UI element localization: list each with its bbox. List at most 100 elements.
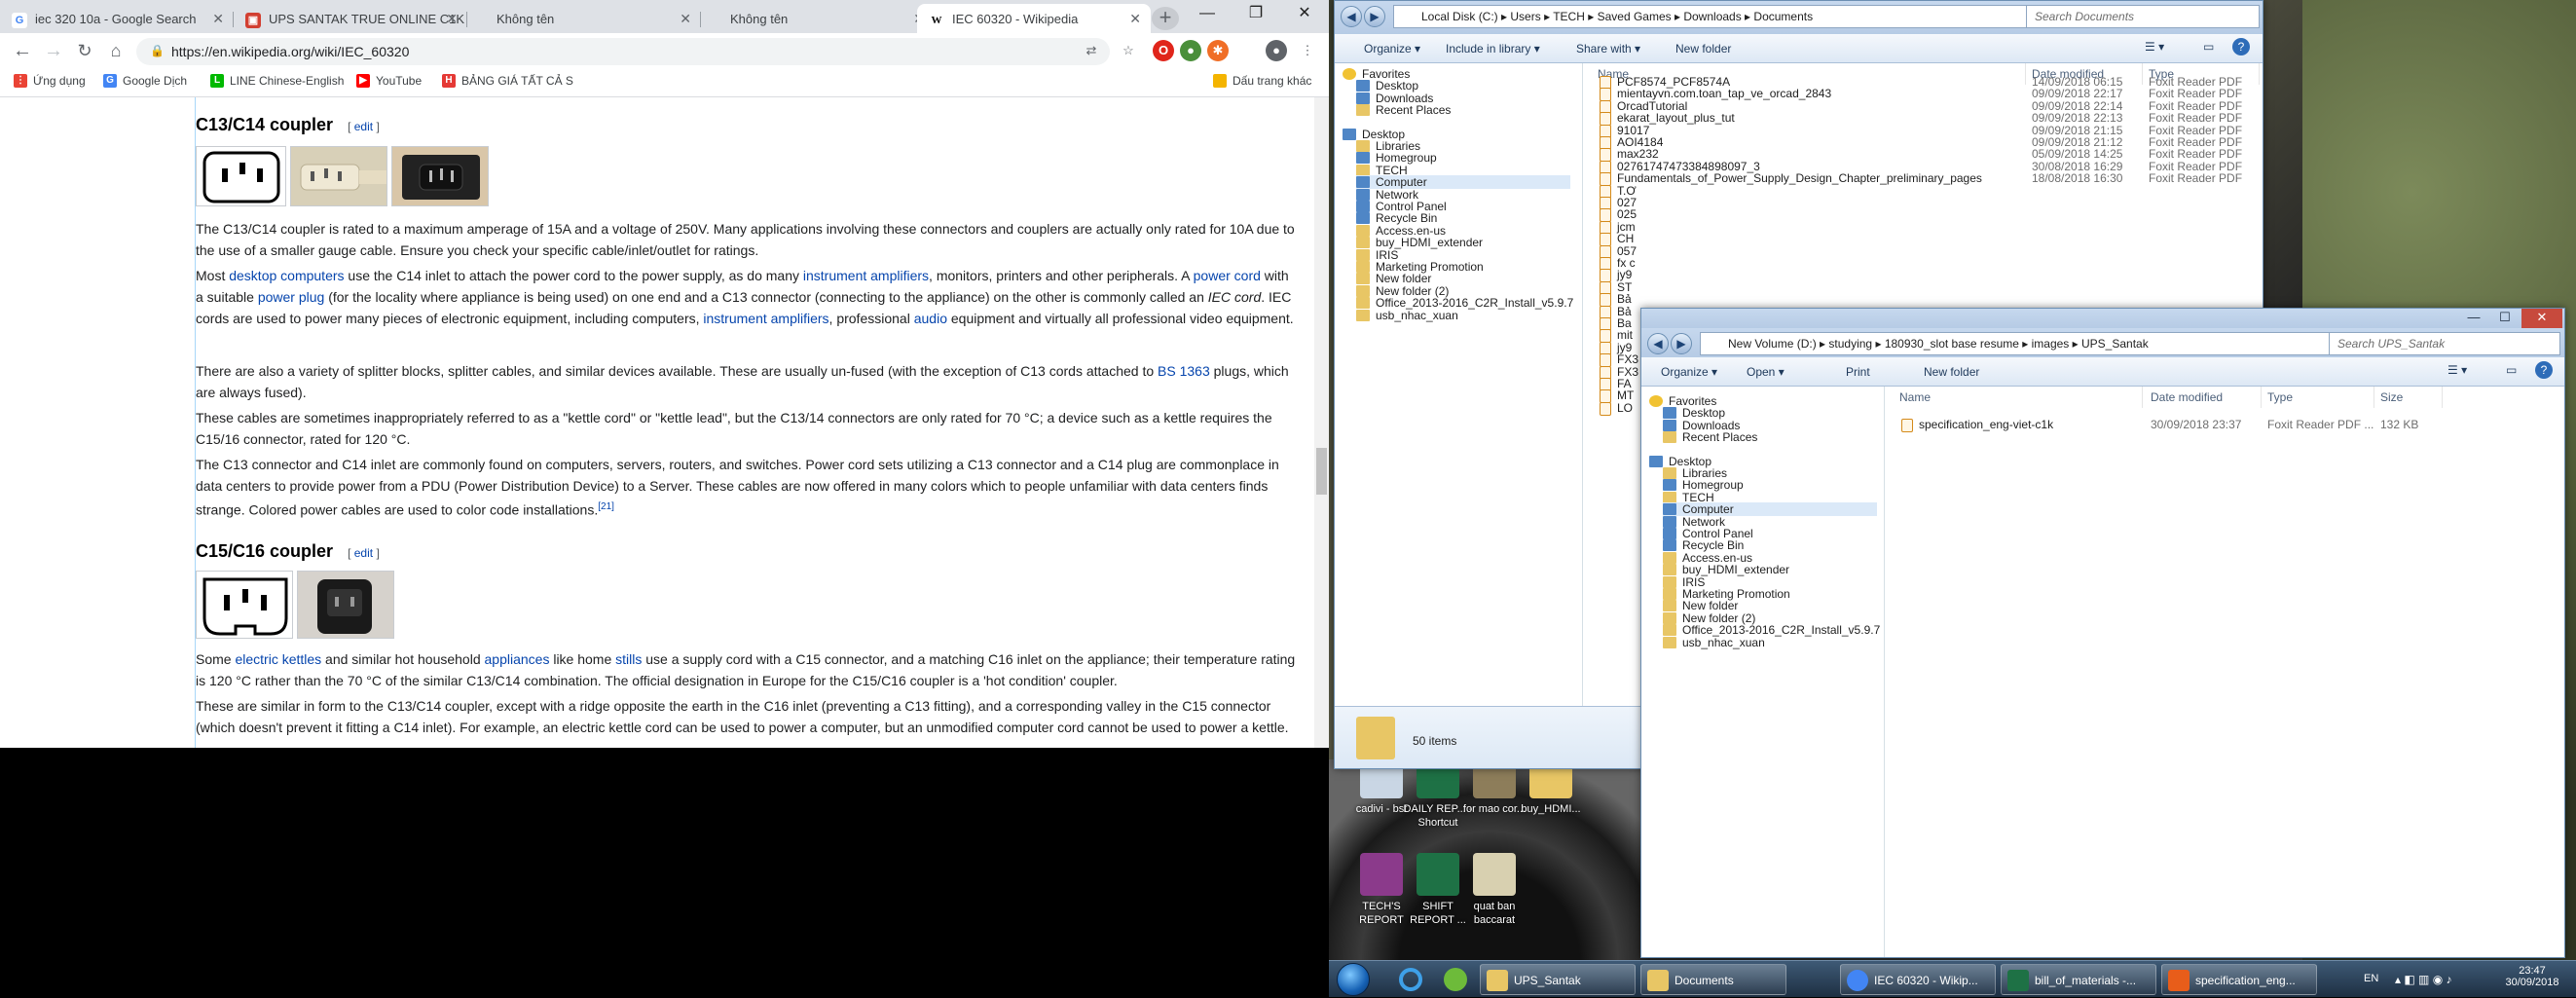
link[interactable]: power plug <box>258 289 325 305</box>
taskbar-item[interactable]: bill_of_materials -... <box>2001 964 2156 995</box>
ie-icon[interactable] <box>1391 964 1430 995</box>
location-icon <box>1356 176 1370 189</box>
reload-icon[interactable]: ↻ <box>72 39 97 64</box>
bookmark-line[interactable]: L LINE Chinese-English <box>210 74 344 88</box>
link[interactable]: desktop computers <box>229 268 344 283</box>
close-tab-icon[interactable]: ✕ <box>446 11 458 27</box>
new-tab-button[interactable]: + <box>1152 7 1179 30</box>
browser-tab[interactable]: G iec 320 10a - Google Search ✕ <box>0 4 234 33</box>
column-name[interactable]: Name <box>1899 387 2143 408</box>
forward-icon[interactable]: → <box>41 39 66 64</box>
column-type[interactable]: Type <box>2262 387 2374 408</box>
tray-icons[interactable]: ▴ ◧ ▥ ◉ ♪ <box>2395 973 2452 986</box>
close-tab-icon[interactable]: ✕ <box>1129 11 1141 27</box>
column-size[interactable]: Size <box>2374 387 2443 408</box>
restore-button[interactable]: ❐ <box>1232 0 1280 29</box>
start-button[interactable] <box>1337 963 1370 996</box>
page-scrollbar[interactable] <box>1314 97 1329 748</box>
close-tab-icon[interactable]: ✕ <box>680 11 691 27</box>
clock[interactable]: 23:47 30/09/2018 <box>2498 965 2566 988</box>
new-folder-button[interactable]: New folder <box>1675 42 1731 55</box>
bookmark-apps[interactable]: ⋮ Ứng dụng <box>14 74 86 88</box>
location-icon <box>1663 528 1676 539</box>
extension-icon[interactable]: ● <box>1180 40 1201 61</box>
browser-tab[interactable]: ▣ UPS SANTAK TRUE ONLINE C1K ✕ <box>234 4 467 33</box>
extension-icon[interactable]: ✱ <box>1207 40 1229 61</box>
search-box[interactable]: Search UPS_Santak <box>2329 332 2560 355</box>
bookmark-price-list[interactable]: H BẢNG GIÁ TẤT CẢ S <box>442 74 573 88</box>
wikipedia-page: C13/C14 coupler [ edit ] The C13/C14 cou… <box>0 97 1314 748</box>
link[interactable]: BS 1363 <box>1158 363 1210 379</box>
address-bar[interactable]: New Volume (D:) ▸ studying ▸ 180930_slot… <box>1700 332 2333 355</box>
bookmark-star-icon[interactable]: ☆ <box>1118 40 1139 61</box>
taskbar-item[interactable]: IEC 60320 - Wikip... <box>1840 964 1996 995</box>
nav-item[interactable]: Recent Places <box>1663 430 1877 444</box>
file-row[interactable]: specification_eng-viet-c1k 30/09/2018 23:… <box>1899 418 2561 438</box>
other-bookmarks[interactable]: Dấu trang khác <box>1213 74 1311 88</box>
link[interactable]: instrument amplifiers <box>703 311 828 326</box>
nav-item[interactable]: usb_nhac_xuan <box>1663 636 1877 649</box>
include-in-library-button[interactable]: Include in library ▾ <box>1446 42 1540 55</box>
share-with-button[interactable]: Share with ▾ <box>1576 42 1640 55</box>
close-tab-icon[interactable]: ✕ <box>212 11 224 27</box>
link[interactable]: audio <box>914 311 947 326</box>
new-folder-button[interactable]: New folder <box>1924 365 1979 379</box>
link[interactable]: appliances <box>485 651 550 667</box>
help-icon[interactable]: ? <box>2232 38 2250 55</box>
address-bar[interactable]: 🔒 https://en.wikipedia.org/wiki/IEC_6032… <box>136 38 1110 65</box>
minimize-button[interactable]: — <box>1183 0 1232 29</box>
window-caption: — ☐ ✕ <box>1641 309 2564 328</box>
link[interactable]: electric kettles <box>235 651 321 667</box>
link[interactable]: instrument amplifiers <box>803 268 929 283</box>
c13-diagram-image <box>196 146 286 206</box>
organize-button[interactable]: Organize ▾ <box>1661 365 1717 379</box>
paragraph: These cables are sometimes inappropriate… <box>196 410 1272 447</box>
taskbar-item[interactable]: UPS_Santak <box>1480 964 1636 995</box>
scrollbar-thumb[interactable] <box>1316 448 1327 495</box>
translate-icon[interactable]: ⇄ <box>1081 40 1102 61</box>
edit-link[interactable]: edit <box>354 546 373 560</box>
back-icon[interactable]: ◀ <box>1647 333 1669 354</box>
link[interactable]: power cord <box>1194 268 1261 283</box>
bookmark-youtube[interactable]: ▶ YouTube <box>356 74 422 88</box>
taskbar: UPS_Santak Documents IEC 60320 - Wikip..… <box>1329 960 2576 997</box>
close-button[interactable]: ✕ <box>2521 309 2562 328</box>
tab-strip: G iec 320 10a - Google Search ✕ ▣ UPS SA… <box>0 0 1329 33</box>
search-box[interactable]: Search Documents <box>2026 5 2260 28</box>
address-bar[interactable]: Local Disk (C:) ▸ Users ▸ TECH ▸ Saved G… <box>1393 5 2036 28</box>
desktop-icon[interactable]: quat ban baccarat <box>1455 853 1533 927</box>
taskbar-item[interactable]: specification_eng... <box>2161 964 2317 995</box>
menu-icon[interactable]: ⋮ <box>1297 40 1318 61</box>
nav-item[interactable]: Recent Places <box>1356 103 1570 117</box>
browser-tab-active[interactable]: W IEC 60320 - Wikipedia ✕ <box>917 4 1151 33</box>
minimize-button[interactable]: — <box>2459 309 2488 328</box>
close-button[interactable]: ✕ <box>1280 0 1329 29</box>
utorrent-icon[interactable] <box>1436 964 1475 995</box>
views-icon[interactable]: ☰ ▾ <box>2145 40 2164 54</box>
browser-tab[interactable]: Không tên ✕ <box>467 4 701 33</box>
nav-item[interactable]: usb_nhac_xuan <box>1356 309 1570 322</box>
bookmark-google-translate[interactable]: G Google Dịch <box>103 74 187 88</box>
taskbar-item[interactable]: Documents <box>1640 964 1786 995</box>
forward-icon[interactable]: ▶ <box>1364 6 1385 27</box>
link[interactable]: stills <box>615 651 642 667</box>
forward-icon[interactable]: ▶ <box>1671 333 1692 354</box>
preview-pane-icon[interactable]: ▭ <box>2506 363 2517 377</box>
opera-extension-icon[interactable]: O <box>1153 40 1174 61</box>
browser-tab[interactable]: Không tên ✕ <box>701 4 935 33</box>
open-button[interactable]: Open ▾ <box>1747 365 1785 379</box>
language-indicator[interactable]: EN <box>2364 973 2378 984</box>
print-button[interactable]: Print <box>1846 365 1870 379</box>
back-icon[interactable]: ← <box>10 39 35 64</box>
views-icon[interactable]: ☰ ▾ <box>2447 363 2467 377</box>
edit-link[interactable]: edit <box>354 120 373 133</box>
help-icon[interactable]: ? <box>2535 361 2553 379</box>
preview-pane-icon[interactable]: ▭ <box>2203 40 2214 54</box>
profile-icon[interactable]: ● <box>1266 40 1287 61</box>
organize-button[interactable]: Organize ▾ <box>1364 42 1420 55</box>
back-icon[interactable]: ◀ <box>1341 6 1362 27</box>
maximize-button[interactable]: ☐ <box>2490 309 2520 328</box>
citation[interactable]: [21] <box>598 501 614 512</box>
column-date-modified[interactable]: Date modified <box>2145 387 2262 408</box>
home-icon[interactable]: ⌂ <box>103 39 129 64</box>
